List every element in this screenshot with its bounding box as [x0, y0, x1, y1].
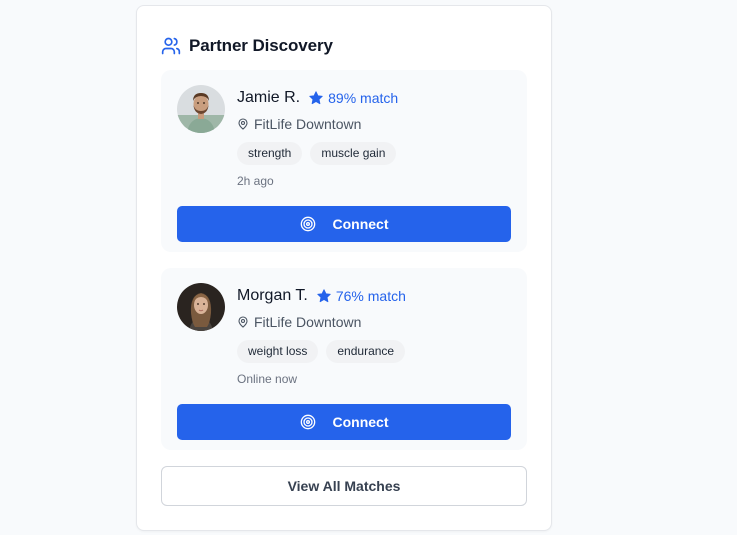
- location-label: FitLife Downtown: [254, 314, 362, 330]
- target-icon: [300, 414, 316, 430]
- goal-tag: endurance: [326, 340, 406, 363]
- match-score: 76% match: [316, 288, 406, 304]
- partner-info: Morgan T. 76% match FitLife Downtown wei…: [237, 286, 515, 388]
- partner-name: Jamie R.: [237, 89, 301, 106]
- connect-label: Connect: [332, 216, 389, 232]
- star-icon: [316, 288, 332, 304]
- goal-tags: strength muscle gain: [237, 142, 515, 165]
- card-header: Partner Discovery: [161, 34, 333, 58]
- target-icon: [300, 216, 316, 232]
- match-label: 76% match: [335, 288, 406, 304]
- partner-card: Morgan T. 76% match FitLife Downtown wei…: [161, 268, 527, 450]
- users-icon: [161, 36, 181, 56]
- location-row: FitLife Downtown: [237, 313, 515, 331]
- star-icon: [308, 90, 324, 106]
- location-label: FitLife Downtown: [254, 116, 362, 132]
- location-row: FitLife Downtown: [237, 115, 515, 133]
- partner-name: Morgan T.: [237, 287, 308, 304]
- connect-button[interactable]: Connect: [177, 404, 511, 440]
- connect-label: Connect: [332, 414, 389, 430]
- partner-info: Jamie R. 89% match FitLife Downtown stre…: [237, 88, 515, 190]
- partner-card: Jamie R. 89% match FitLife Downtown stre…: [161, 70, 527, 252]
- goal-tag: strength: [237, 142, 303, 165]
- name-row: Jamie R. 89% match: [237, 88, 515, 108]
- connect-button[interactable]: Connect: [177, 206, 511, 242]
- card-title: Partner Discovery: [189, 36, 333, 55]
- match-score: 89% match: [308, 90, 398, 106]
- goal-tags: weight loss endurance: [237, 340, 515, 363]
- name-row: Morgan T. 76% match: [237, 286, 515, 306]
- partner-discovery-card: Partner Discovery Jamie R. 89% match Fit…: [136, 5, 552, 531]
- avatar: [177, 283, 225, 331]
- map-pin-icon: [237, 316, 249, 328]
- goal-tag: weight loss: [237, 340, 319, 363]
- view-all-matches-button[interactable]: View All Matches: [161, 466, 527, 506]
- goal-tag: muscle gain: [310, 142, 397, 165]
- match-label: 89% match: [328, 90, 399, 106]
- activity-status: Online now: [237, 372, 298, 386]
- avatar: [177, 85, 225, 133]
- activity-status: 2h ago: [237, 174, 274, 188]
- map-pin-icon: [237, 118, 249, 130]
